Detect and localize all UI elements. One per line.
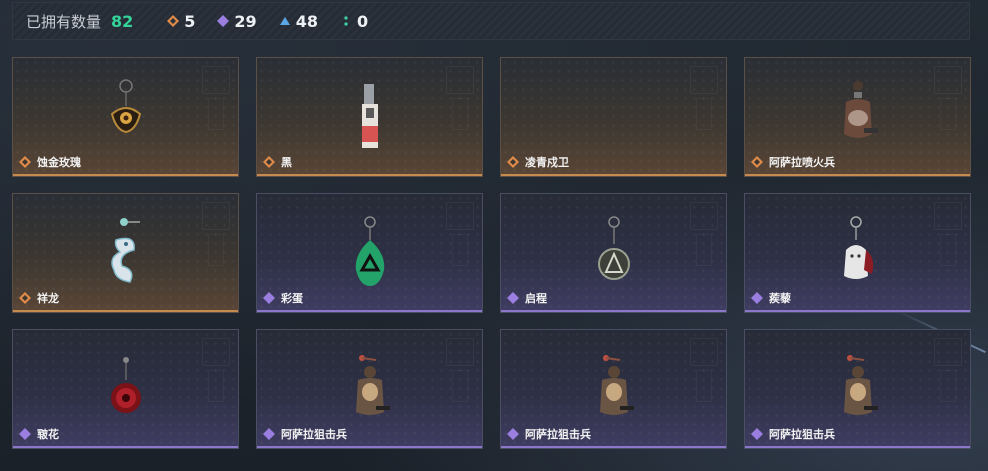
orange-diamond-icon [751, 156, 763, 168]
item-card[interactable]: 黑 [256, 57, 483, 177]
orange-diamond-icon [263, 156, 275, 168]
orange-diamond-icon [19, 156, 31, 168]
item-name: 祥龙 [37, 292, 59, 305]
golden-rose-charm-icon [110, 79, 141, 134]
rarity-count-blue: 48 [279, 12, 318, 31]
item-name: 启程 [525, 292, 547, 305]
item-name: 阿萨拉狙击兵 [769, 428, 835, 441]
purple-diamond-icon [263, 428, 275, 440]
item-card[interactable]: 启程 [500, 193, 727, 313]
item-card[interactable]: 皲花 [12, 329, 239, 449]
flamethrower-figure-charm-icon [843, 81, 878, 138]
white-figure-charm-icon [843, 216, 873, 279]
item-card[interactable]: 凌青戍卫 [500, 57, 727, 177]
purple-diamond-icon [263, 292, 275, 304]
purple-diamond-icon [751, 292, 763, 304]
purple-diamond-icon [217, 15, 230, 27]
orange-diamond-icon [167, 15, 180, 27]
red-flower-charm-icon [110, 357, 141, 413]
orange-diamond-icon [19, 292, 31, 304]
purple-diamond-icon [19, 428, 31, 440]
sniper-figure-charm-icon [599, 355, 634, 415]
orange-diamond-icon [507, 156, 519, 168]
item-card[interactable]: 阿萨拉狙击兵 [744, 329, 971, 449]
item-name: 黑 [281, 156, 292, 169]
rarity-count-purple: 29 [217, 12, 257, 31]
owned-count-value: 82 [111, 11, 134, 31]
purple-diamond-icon [507, 292, 519, 304]
item-name: 蒺藜 [769, 292, 791, 305]
sniper-figure-charm-icon [843, 355, 878, 415]
blue-triangle-icon [279, 15, 291, 27]
dragon-charm-icon [110, 218, 140, 283]
item-card[interactable]: 阿萨拉狙击兵 [500, 329, 727, 449]
item-card[interactable]: 蚀金玫瑰 [12, 57, 239, 177]
item-name: 阿萨拉狙击兵 [525, 428, 591, 441]
ownership-summary-bar: 已拥有数量 82 5 29 48 0 [12, 2, 970, 40]
item-name: 阿萨拉喷火兵 [769, 156, 835, 169]
sniper-figure-charm-icon [355, 355, 390, 415]
item-name: 蚀金玫瑰 [37, 156, 81, 169]
black-canister-charm-icon [361, 84, 378, 148]
owned-count-label: 已拥有数量 [26, 12, 102, 31]
item-card[interactable]: 阿萨拉狙击兵 [256, 329, 483, 449]
item-card[interactable]: 阿萨拉喷火兵 [744, 57, 971, 177]
purple-diamond-icon [507, 428, 519, 440]
item-name: 阿萨拉狙击兵 [281, 428, 347, 441]
green-dots-icon [340, 15, 352, 27]
item-name: 彩蛋 [281, 292, 303, 305]
rarity-count-green: 0 [340, 12, 368, 31]
item-card[interactable]: 彩蛋 [256, 193, 483, 313]
round-badge-charm-icon [597, 216, 630, 280]
purple-diamond-icon [751, 428, 763, 440]
item-name: 凌青戍卫 [525, 156, 569, 169]
rarity-count-orange: 5 [167, 12, 195, 31]
item-name: 皲花 [37, 428, 59, 441]
item-card[interactable]: 祥龙 [12, 193, 239, 313]
green-egg-charm-icon [355, 216, 384, 286]
item-card[interactable]: 蒺藜 [744, 193, 971, 313]
